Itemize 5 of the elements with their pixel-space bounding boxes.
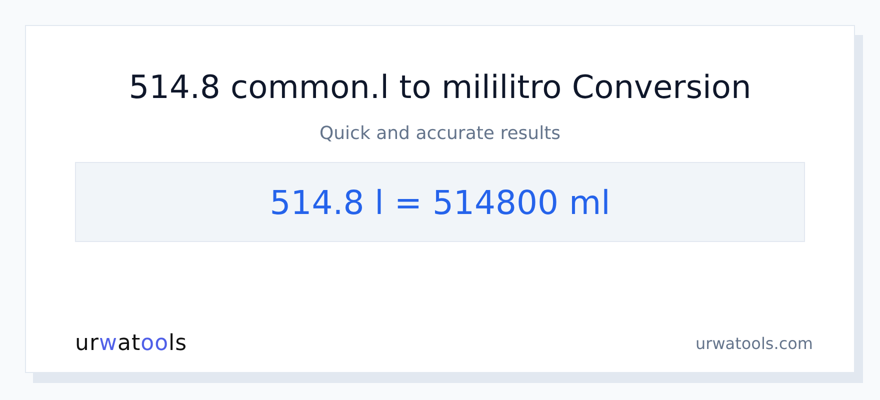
conversion-result: 514.8 l = 514800 ml [270,182,610,224]
site-link[interactable]: urwatools.com [696,332,813,356]
page-title: 514.8 common.l to mililitro Conversion [128,68,752,106]
logo: urwatools [75,330,188,358]
subtitle: Quick and accurate results [318,122,562,146]
